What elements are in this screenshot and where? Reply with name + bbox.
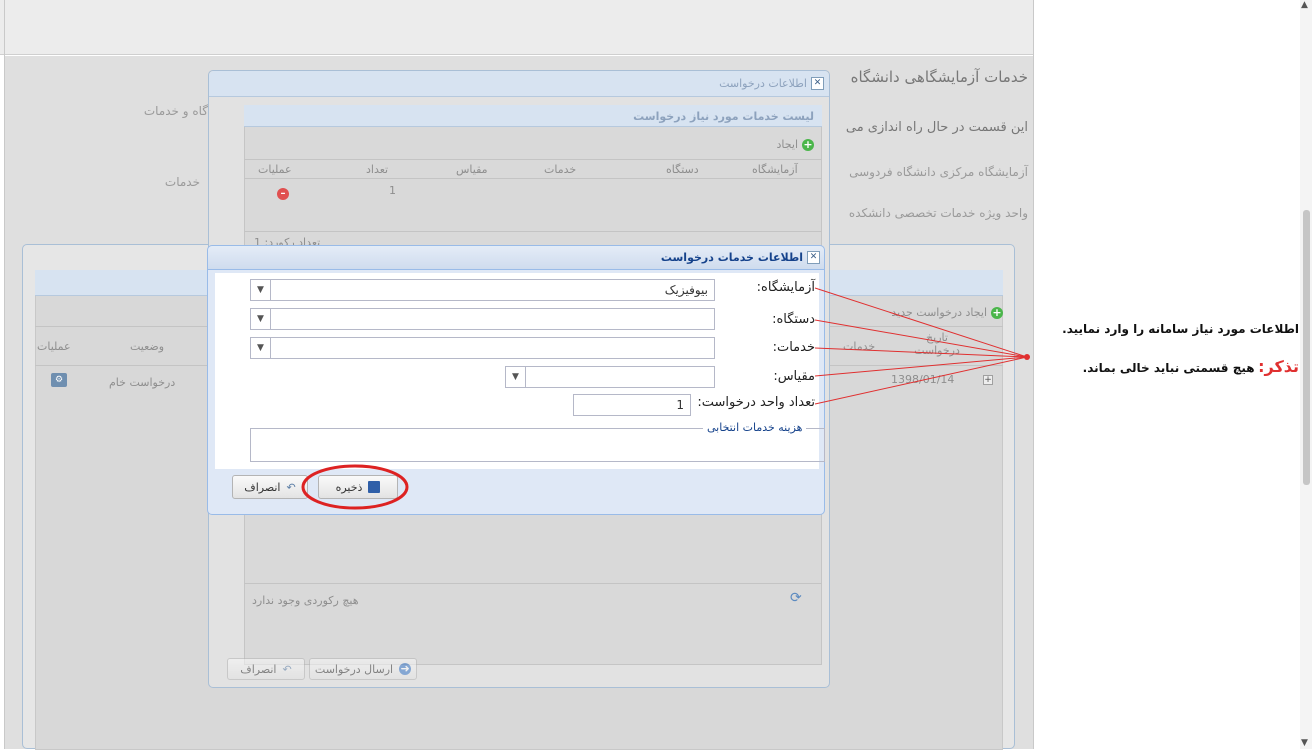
- pointer-line-device: [814, 319, 1028, 358]
- pointer-origin-dot: [1024, 354, 1030, 360]
- annotation-instruction: اطلاعات مورد نیاز سامانه را وارد نمایید.: [1062, 322, 1299, 336]
- pointer-line-scale: [814, 356, 1028, 377]
- annotation-reminder: تذکر: هیچ قسمتی نباید خالی بماند.: [1037, 357, 1299, 376]
- pointer-line-lab: [814, 287, 1028, 358]
- reminder-text: هیچ قسمتی نباید خالی بماند.: [1082, 361, 1255, 375]
- pointer-line-quantity: [814, 356, 1028, 405]
- save-highlight-circle: [301, 464, 409, 510]
- pointer-line-service: [814, 347, 1028, 358]
- reminder-label: تذکر:: [1258, 357, 1299, 376]
